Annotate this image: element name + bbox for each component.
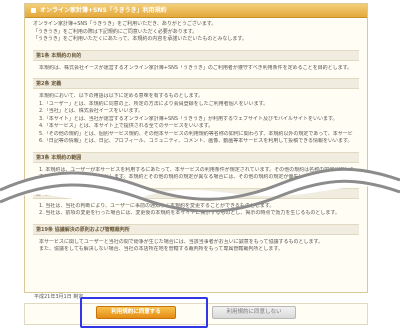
disagree-button[interactable]: 利用規約に同意しない [212, 306, 296, 319]
list-item: 6.「日記等の情報」とは、日記、プロフィール、コミュニティ、コメント、画像、動画… [39, 138, 353, 144]
terms-title-bar: オンライン家計簿+SNS「うきうき」利用規約 [25, 4, 367, 18]
section-heading-4: 第4条 本規約の変更 [33, 187, 359, 199]
section-heading-19: 第19条 協議解決の原則および管轄裁判所 [33, 223, 359, 235]
terms-panel: オンライン家計簿+SNS「うきうき」利用規約 オンライン家計簿+SNS「うきうき… [24, 3, 368, 293]
section-text-2: 本規約において、以下の用語は以下に定める意味を有するものとします。 1.「ユーザ… [33, 89, 359, 146]
section-line: 2. 当社は、前項の変更を行った場合には、変更後の本規約を本サイトに掲示するもの… [39, 210, 340, 216]
list-item: 5.「その他の規約」とは、個別サービス規約、その他本サービスの利用規約等名称の如… [39, 130, 353, 137]
section-line: 本規約において、以下の用語は以下に定める意味を有するものとします。 [39, 93, 204, 99]
section-line: 本サービスに関してユーザーと当社の間で紛争が生じた場合には、当該当事者がお互いに… [39, 238, 324, 245]
section-heading-3: 第3条 本規約の範囲 [33, 151, 359, 163]
intro-line: オンライン家計簿+SNS「うきうき」をご利用いただき、ありがとうございます。 [33, 21, 217, 27]
terms-title: オンライン家計簿+SNS「うきうき」利用規約 [40, 7, 167, 14]
intro-line: 「うきうき」をご利用いただくにあたって、本規約の内容を承諾いただいたものとみなし… [33, 36, 247, 42]
list-item: 1.「ユーザー」とは、本規約に同意の上、所定の方法により会員登録をしたご利用者個… [39, 100, 269, 107]
list-item: 2.「当社」とは、株式会社イーズをいいます。 [39, 108, 144, 114]
section-text-3: 1. 本規約は、ユーザーが本サービスを利用するにあたって、本サービスの利用条件が… [33, 163, 359, 182]
enactment-date: 平成21年3月1日 制定 [34, 294, 84, 300]
section-line: また、協議をしても解決しない場合、当社の本店所在地を管轄する裁判所をもって専属管… [39, 246, 283, 252]
section-line: 1. 本規約は、ユーザーが本サービスを利用するにあたって、本サービスの利用条件が… [39, 166, 353, 173]
intro-line: 「うきうき」をご利用の際は下記規約にご同意いただく必要があります。 [33, 28, 198, 35]
section-line: 本規約は、株式会社イーズが運営するオンライン家計簿+SNS「うきうき」のご利用者… [39, 64, 353, 71]
list-item: 4.「本サービス」とは、本サイト上で提供される全てのサービスをいいます。 [39, 123, 214, 129]
section-text-4: 1. 当社は、当社の判断により、ユーザーに事前の通知なく本規約を変更することがで… [33, 199, 359, 218]
agree-button-highlight [80, 297, 208, 328]
section-heading-1: 第1条 本規約の目的 [33, 49, 359, 61]
section-line: 本規約の一部を構成するものとします。本規約とその他の規約の規定が異なる場合には、… [39, 174, 353, 180]
section-text-1: 本規約は、株式会社イーズが運営するオンライン家計簿+SNS「うきうき」のご利用者… [33, 61, 359, 73]
list-item: 3.「本サイト」とは、当社が運営するオンライン家計簿+SNS「うきうき」が利用す… [39, 115, 338, 122]
section-text-19: 本サービスに関してユーザーと当社の間で紛争が生じた場合には、当該当事者がお互いに… [33, 235, 359, 254]
section-heading-2: 第2条 定義 [33, 78, 359, 89]
intro-text: オンライン家計簿+SNS「うきうき」をご利用いただき、ありがとうございます。 「… [33, 21, 359, 44]
bullet-icon [31, 8, 36, 13]
terms-body[interactable]: オンライン家計簿+SNS「うきうき」をご利用いただき、ありがとうございます。 「… [25, 18, 367, 254]
definition-list: 1.「ユーザー」とは、本規約に同意の上、所定の方法により会員登録をしたご利用者個… [39, 101, 353, 146]
section-line: 1. 当社は、当社の判断により、ユーザーに事前の通知なく本規約を変更することがで… [39, 202, 275, 209]
